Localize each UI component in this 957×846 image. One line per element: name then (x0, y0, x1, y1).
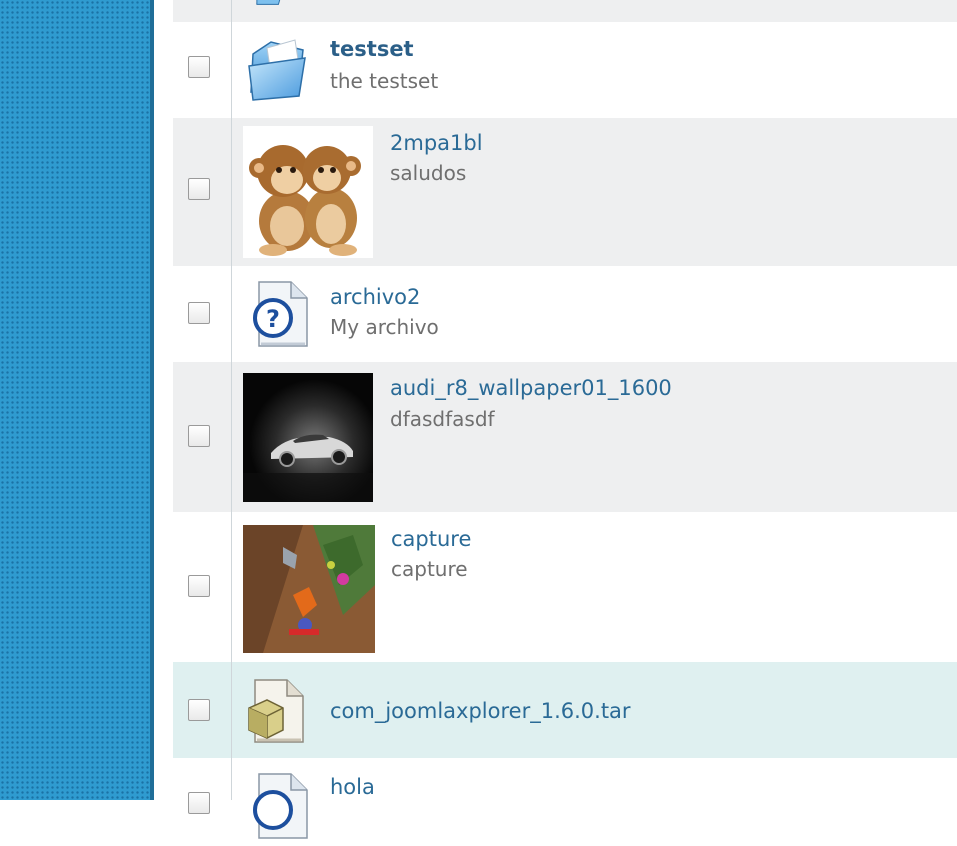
monkeys-thumbnail (243, 126, 373, 262)
list-item[interactable]: audi_r8_wallpaper01_1600 dfasdfasdf (173, 362, 957, 512)
item-title[interactable]: hola (330, 775, 375, 799)
item-description: dfasdfasdf (390, 407, 495, 431)
item-checkbox[interactable] (188, 56, 210, 78)
item-checkbox[interactable] (188, 699, 210, 721)
item-title[interactable]: 2mpa1bl (390, 131, 483, 155)
unknown-file-icon: ? (247, 278, 313, 354)
list-item[interactable]: capture capture (173, 512, 957, 662)
item-description: the testset (330, 69, 439, 93)
item-description: saludos (390, 161, 467, 185)
item-checkbox[interactable] (188, 425, 210, 447)
item-title[interactable]: archivo2 (330, 285, 420, 309)
list-item[interactable]: testset the testset (173, 22, 957, 118)
game-capture-thumbnail (243, 525, 375, 657)
gutter (154, 0, 173, 800)
list-item[interactable]: com_joomlaxplorer_1.6.0.tar (173, 662, 957, 758)
item-description: capture (391, 557, 468, 581)
item-title[interactable]: capture (391, 527, 471, 551)
media-list: testset the testset 2mpa1bl saludos ? ar… (173, 0, 957, 839)
item-title[interactable]: audi_r8_wallpaper01_1600 (390, 376, 672, 400)
list-item[interactable] (173, 0, 957, 22)
left-sidebar-pattern (0, 0, 150, 800)
car-thumbnail (243, 373, 373, 506)
item-checkbox[interactable] (188, 178, 210, 200)
item-title[interactable]: testset (330, 37, 414, 61)
item-description: My archivo (330, 315, 439, 339)
list-item[interactable]: hola (173, 758, 957, 839)
item-title[interactable]: com_joomlaxplorer_1.6.0.tar (330, 699, 631, 723)
item-checkbox[interactable] (188, 575, 210, 597)
folder-icon (255, 0, 285, 16)
list-item[interactable]: ? archivo2 My archivo (173, 266, 957, 362)
folder-icon (245, 36, 309, 108)
item-checkbox[interactable] (188, 792, 210, 814)
unknown-file-icon (247, 770, 313, 846)
list-item[interactable]: 2mpa1bl saludos (173, 118, 957, 266)
svg-text:?: ? (266, 305, 280, 333)
column-divider (231, 0, 232, 800)
archive-file-icon (243, 676, 309, 750)
item-checkbox[interactable] (188, 302, 210, 324)
